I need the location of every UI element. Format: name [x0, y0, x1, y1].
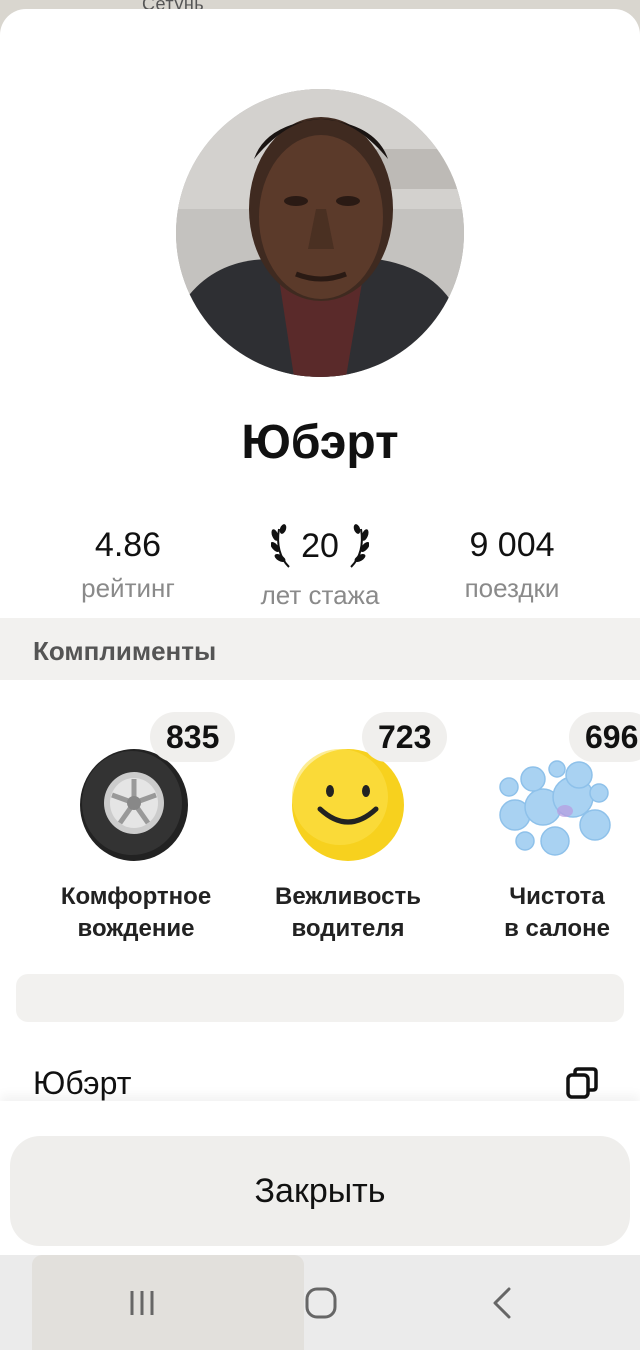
compliment-count: 723	[362, 712, 448, 762]
compliment-label-line1: Комфортное	[60, 883, 212, 910]
compliment-count: 835	[150, 712, 236, 762]
compliment-label-line1: Чистота	[509, 883, 605, 910]
driver-name-text: Юбэрт	[33, 1065, 132, 1101]
driver-avatar	[176, 89, 464, 377]
rating-label: рейтинг	[81, 573, 175, 603]
close-button[interactable]: Закрыть	[10, 1136, 630, 1246]
compliment-label: Чистота в салоне	[447, 881, 640, 945]
compliments-title: Комплименты	[33, 636, 217, 666]
laurel-right-icon	[350, 524, 369, 568]
home-icon[interactable]	[291, 1283, 351, 1323]
compliments-header: Комплименты	[0, 618, 640, 680]
screen: Сетунь Юбэрт 4.86 рейтинг 20 лет стажа 9…	[0, 0, 640, 1350]
experience-label: лет стажа	[260, 580, 380, 610]
driver-profile-sheet: Юбэрт 4.86 рейтинг 20 лет стажа 9 004 по…	[0, 9, 640, 1269]
compliment-label: Комфортное вождение	[26, 881, 246, 945]
back-icon[interactable]	[472, 1283, 532, 1323]
rating-value: 4.86	[94, 526, 162, 564]
compliment-count: 696	[569, 712, 640, 762]
experience-value: 20	[301, 527, 339, 565]
sheet-footer: Закрыть	[0, 1101, 640, 1261]
compliment-label-line1: Вежливость	[274, 883, 421, 910]
rating-stat: 4.86 рейтинг	[28, 523, 228, 604]
trips-value: 9 004	[469, 526, 555, 564]
copy-icon[interactable]	[562, 1063, 602, 1103]
loading-placeholder	[16, 974, 624, 1022]
compliment-label-line2: вождение	[77, 915, 195, 942]
recent-apps-icon[interactable]	[112, 1283, 172, 1323]
experience-stat: 20 лет стажа	[220, 523, 420, 611]
driver-photo	[176, 89, 464, 377]
experience-value-group: 20	[271, 523, 369, 569]
trips-label: поездки	[464, 573, 560, 603]
system-navigation-bar	[0, 1255, 640, 1350]
compliment-label-line2: в салоне	[504, 915, 610, 942]
trips-stat: 9 004 поездки	[412, 523, 612, 604]
laurel-left-icon	[271, 524, 290, 568]
compliment-label-line2: водителя	[291, 915, 405, 942]
compliment-label: Вежливость водителя	[238, 881, 458, 945]
driver-name: Юбэрт	[241, 416, 399, 469]
